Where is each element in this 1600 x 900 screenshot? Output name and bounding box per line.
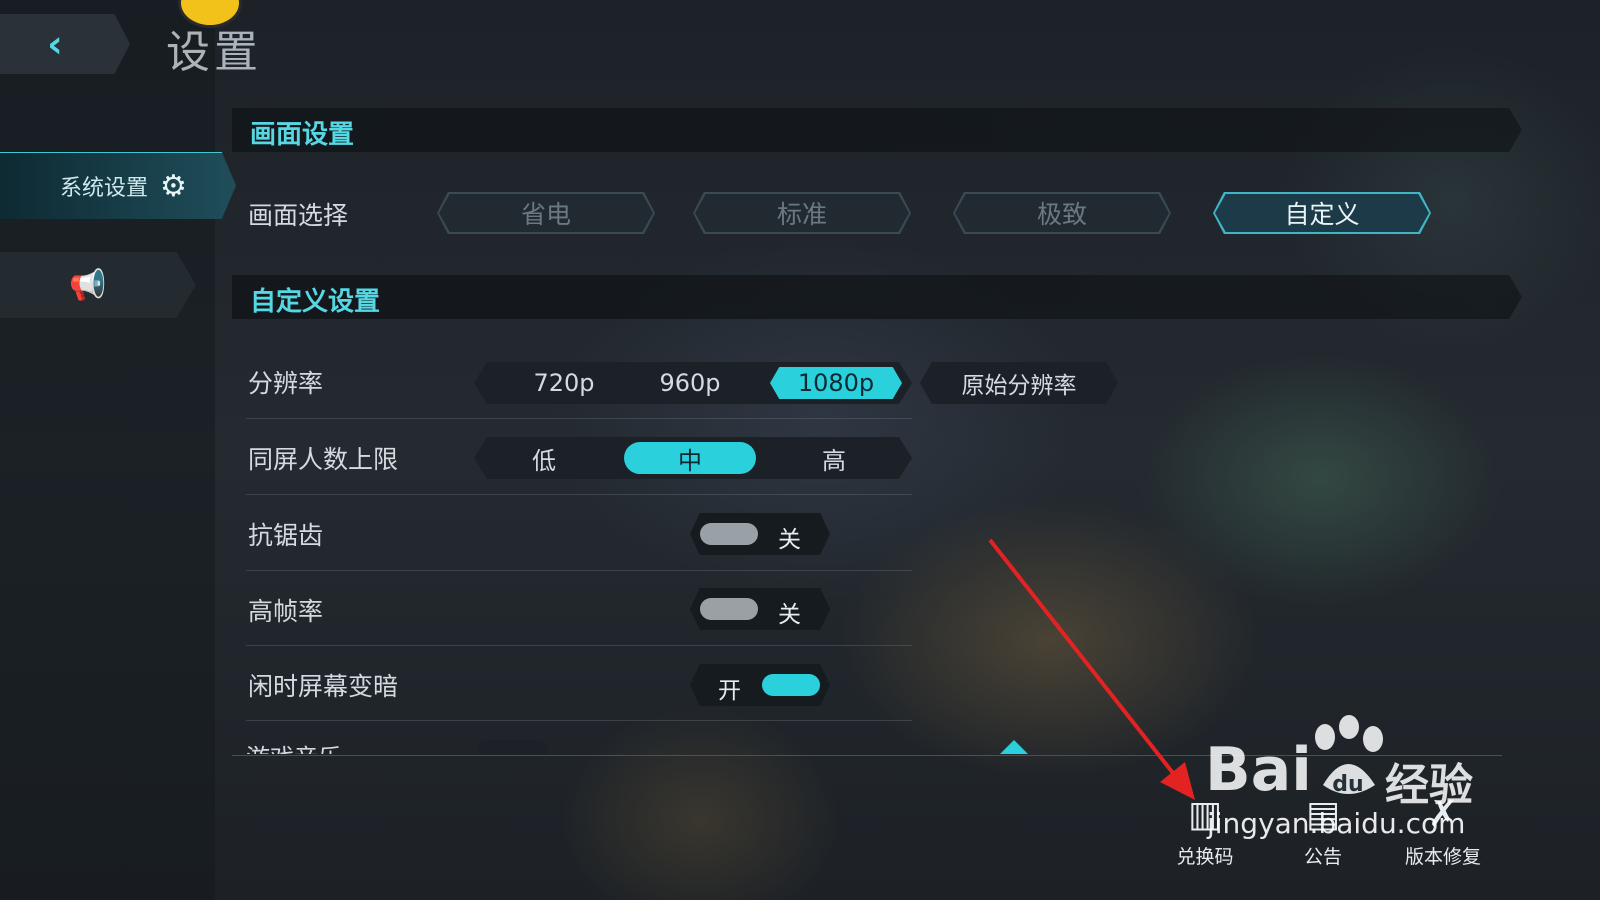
- toggle-state: 关: [778, 527, 801, 553]
- resolution-960p-option[interactable]: 960p: [630, 362, 750, 404]
- watermark-jingyan-text: 经验: [1385, 760, 1473, 811]
- players-limit-selector: 低 中 高: [474, 437, 912, 479]
- watermark-url: jingyan.baidu.com: [1207, 807, 1466, 840]
- sidebar-item-announcements[interactable]: 📢: [0, 252, 196, 318]
- resolution-720p-option[interactable]: 720p: [504, 362, 624, 404]
- version-repair-label: 版本修复: [1404, 846, 1481, 868]
- toggle-knob: [700, 523, 758, 545]
- sidebar-item-label: 系统设置: [60, 176, 149, 201]
- notice-label: 公告: [1303, 846, 1342, 868]
- toggle-knob: [762, 674, 820, 696]
- divider: [246, 720, 912, 721]
- players-high-option[interactable]: 高: [774, 437, 894, 479]
- custom-section-header: 自定义设置: [232, 275, 1522, 319]
- page-title: 设置: [166, 27, 262, 78]
- section-title: 自定义设置: [250, 287, 381, 317]
- players-medium-option[interactable]: 中: [624, 442, 756, 475]
- paw-logo-icon: du: [1315, 715, 1383, 797]
- resolution-label: 分辨率: [248, 369, 324, 398]
- watermark-bai-text: Bai: [1205, 735, 1312, 805]
- watermark-du-text: du: [1332, 772, 1363, 797]
- megaphone-icon: 📢: [69, 267, 107, 303]
- idle-dim-toggle[interactable]: 开: [690, 664, 830, 706]
- resolution-selector: 720p 960p 1080p: [474, 362, 912, 404]
- preset-standard-button[interactable]: 标准: [693, 192, 911, 234]
- antialias-label: 抗锯齿: [248, 521, 324, 550]
- gears-icon: ⚙: [160, 168, 187, 204]
- idle-dim-label: 闲时屏幕变暗: [248, 672, 399, 701]
- divider: [246, 570, 912, 571]
- high-fps-label: 高帧率: [248, 597, 324, 626]
- sidebar-item-system-settings[interactable]: 系统设置 ⚙: [0, 152, 236, 219]
- graphics-preset-label: 画面选择: [248, 201, 349, 230]
- back-button[interactable]: ‹: [0, 14, 130, 74]
- high-fps-toggle[interactable]: 关: [690, 588, 830, 630]
- baidu-watermark: Bai du 经验 jingyan.baidu.com: [1205, 715, 1495, 845]
- preset-custom-button[interactable]: 自定义: [1213, 192, 1431, 234]
- preset-ultra-button[interactable]: 极致: [953, 192, 1171, 234]
- players-low-option[interactable]: 低: [484, 437, 604, 479]
- music-slider-handle[interactable]: [1000, 740, 1028, 754]
- preset-power-saving-button[interactable]: 省电: [437, 192, 655, 234]
- divider: [246, 418, 912, 419]
- toggle-state: 开: [718, 678, 741, 704]
- antialias-toggle[interactable]: 关: [690, 513, 830, 555]
- resolution-1080p-option[interactable]: 1080p: [770, 367, 902, 399]
- players-limit-label: 同屏人数上限: [248, 445, 399, 474]
- toggle-state: 关: [778, 602, 801, 628]
- graphics-section-header: 画面设置: [232, 108, 1522, 152]
- divider: [246, 494, 912, 495]
- music-slider-track[interactable]: [478, 740, 548, 754]
- game-music-label: 游戏音乐: [246, 738, 342, 754]
- back-arrow-icon: ‹: [47, 22, 63, 66]
- sidebar: [0, 0, 215, 900]
- native-resolution-button[interactable]: 原始分辨率: [920, 362, 1118, 404]
- divider: [246, 645, 912, 646]
- section-title: 画面设置: [250, 120, 355, 150]
- redeem-code-label: 兑换码: [1176, 846, 1234, 868]
- toggle-knob: [700, 598, 758, 620]
